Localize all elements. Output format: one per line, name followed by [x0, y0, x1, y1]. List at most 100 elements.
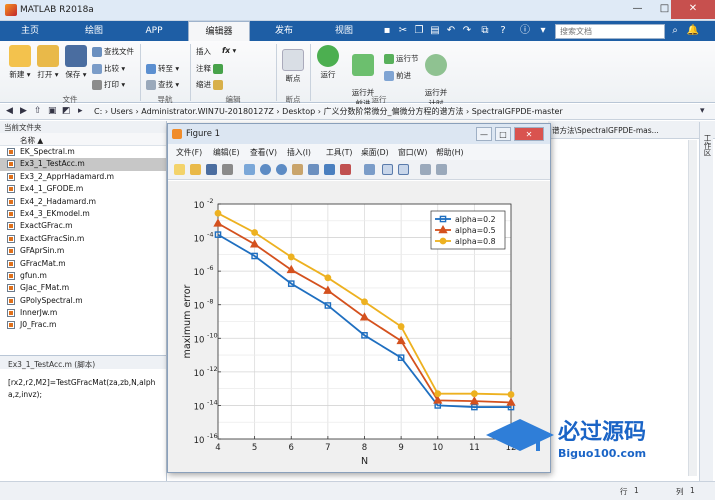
file-list-item[interactable]: Ex3_2_ApprHadamard.m — [0, 171, 166, 183]
cut-icon[interactable]: ✂ — [396, 24, 410, 38]
tab-view[interactable]: 视图 — [318, 21, 370, 41]
matlab-logo-icon — [5, 4, 17, 16]
figure-menu-item[interactable]: 窗口(W) — [398, 147, 427, 158]
redo-icon[interactable]: ↷ — [460, 24, 474, 38]
forward-icon[interactable]: ▶ — [20, 106, 27, 116]
fx-button[interactable]: fx ▾ — [222, 46, 236, 55]
search-docs-input[interactable] — [555, 24, 665, 39]
data-point — [439, 237, 447, 245]
file-name: Ex3_1_TestAcc.m — [20, 159, 85, 169]
goto-icon — [146, 64, 156, 74]
legend-icon[interactable] — [398, 164, 409, 175]
figure-menu-item[interactable]: 桌面(D) — [361, 147, 389, 158]
up-folder-icon[interactable]: ⇧ — [34, 106, 42, 116]
breadcrumb[interactable]: C: › Users › Administrator.WIN7U-2018012… — [94, 106, 563, 117]
minimize-button[interactable]: — — [624, 0, 651, 19]
file-list-item[interactable]: GFracMat.m — [0, 258, 166, 270]
file-list-item[interactable]: GFAprSin.m — [0, 245, 166, 257]
data-point — [507, 391, 515, 398]
switch-windows-icon[interactable]: ⧉ — [478, 24, 492, 38]
tab-home[interactable]: 主页 — [5, 21, 55, 41]
file-list-item[interactable]: GPolySpectral.m — [0, 295, 166, 307]
open-button[interactable]: 打开 ▾ — [34, 45, 62, 80]
address-dropdown-icon[interactable]: ▾ — [700, 106, 705, 116]
compare-button[interactable]: 比较 ▾ — [92, 63, 125, 74]
show-plot-tools-icon[interactable] — [436, 164, 447, 175]
file-list-item[interactable]: Ex4_3_EKmodel.m — [0, 208, 166, 220]
run-button[interactable]: 运行 — [314, 45, 342, 80]
folder-icon[interactable]: ◩ — [62, 106, 71, 116]
run-time-button[interactable]: 运行并 计时 — [420, 45, 452, 109]
indent-button[interactable]: 缩进 — [196, 79, 225, 90]
back-icon[interactable]: ◀ — [6, 106, 13, 116]
find-files-button[interactable]: 查找文件 — [92, 46, 134, 57]
figure-maximize-button[interactable]: □ — [495, 127, 511, 141]
tab-apps[interactable]: APP — [128, 21, 180, 41]
run-section-button[interactable]: 运行节 — [384, 53, 419, 64]
pan-icon[interactable] — [292, 164, 303, 175]
open-file-icon[interactable] — [190, 164, 201, 175]
comment-button[interactable]: 注释 — [196, 63, 225, 74]
notification-icon[interactable]: 🔔 — [686, 24, 700, 38]
link-icon[interactable] — [364, 164, 375, 175]
brush-icon[interactable] — [340, 164, 351, 175]
figure-menu-item[interactable]: 帮助(H) — [436, 147, 464, 158]
new-button[interactable]: 新建 ▾ — [6, 45, 34, 80]
figure-menu-item[interactable]: 插入(I) — [287, 147, 311, 158]
ribbon-tab-bar: 主页 绘图 APP 编辑器 发布 视图 ▪ ✂ ❐ ▤ ↶ ↷ ⧉ ? ⓘ ▾ … — [0, 21, 715, 41]
colorbar-icon[interactable] — [382, 164, 393, 175]
column-header-name[interactable]: 名称 ▲ — [0, 133, 166, 146]
breakpoint-button[interactable]: 断点 — [280, 49, 306, 84]
figure-menu-item[interactable]: 工具(T) — [326, 147, 352, 158]
insert-button[interactable]: 插入 — [196, 46, 211, 57]
data-cursor-icon[interactable] — [324, 164, 335, 175]
rotate-icon[interactable] — [308, 164, 319, 175]
save-figure-icon[interactable] — [206, 164, 217, 175]
pointer-icon[interactable] — [244, 164, 255, 175]
print-button[interactable]: 打印 ▾ — [92, 79, 125, 90]
save-quick-icon[interactable]: ▪ — [380, 24, 394, 38]
help-icon[interactable]: ⓘ — [518, 24, 532, 38]
search-icon[interactable]: ⌕ — [668, 24, 682, 38]
file-list-item[interactable]: Ex4_1_GFODE.m — [0, 183, 166, 195]
file-list-item[interactable]: InnerJw.m — [0, 307, 166, 319]
hide-plot-tools-icon[interactable] — [420, 164, 431, 175]
vertical-scrollbar[interactable] — [688, 140, 697, 476]
goto-button[interactable]: 转至 ▾ — [146, 63, 179, 74]
workspace-side-tab[interactable]: 工作区 — [699, 122, 713, 487]
file-list-item[interactable]: ExactGFrac.m — [0, 220, 166, 232]
tab-editor[interactable]: 编辑器 — [188, 21, 250, 41]
tab-publish[interactable]: 发布 — [258, 21, 310, 41]
zoom-out-icon[interactable] — [276, 164, 287, 175]
figure-close-button[interactable]: ✕ — [514, 127, 544, 141]
paste-icon[interactable]: ▤ — [428, 24, 442, 38]
figure-minimize-button[interactable]: — — [476, 127, 492, 141]
new-figure-icon[interactable] — [174, 164, 185, 175]
figure-menu-item[interactable]: 查看(V) — [250, 147, 277, 158]
find-button[interactable]: 查找 ▾ — [146, 79, 179, 90]
tab-plots[interactable]: 绘图 — [68, 21, 120, 41]
figure-menu-item[interactable]: 文件(F) — [176, 147, 202, 158]
browse-folder-icon[interactable]: ▣ — [48, 106, 57, 116]
figure-toolbar — [168, 160, 550, 180]
file-list-item[interactable]: Ex4_2_Hadamard.m — [0, 196, 166, 208]
editor-tab[interactable]: 谱方法\SpectralGFPDE-mas... — [548, 121, 715, 139]
undo-icon[interactable]: ↶ — [444, 24, 458, 38]
file-list-item[interactable]: J0_Frac.m — [0, 319, 166, 331]
file-list-item[interactable]: Ex3_1_TestAcc.m — [0, 158, 166, 171]
file-list-item[interactable]: ExactGFracSin.m — [0, 233, 166, 245]
matlab-file-icon — [7, 222, 15, 231]
save-button[interactable]: 保存 ▾ — [62, 45, 90, 80]
file-name: GPolySpectral.m — [20, 295, 83, 305]
dropdown-icon[interactable]: ▾ — [536, 24, 550, 38]
file-list-item[interactable]: GJac_FMat.m — [0, 282, 166, 294]
file-list-item[interactable]: EK_Spectral.m — [0, 146, 166, 158]
copy-icon[interactable]: ❐ — [412, 24, 426, 38]
figure-menu-item[interactable]: 编辑(E) — [213, 147, 240, 158]
help-quick-icon[interactable]: ? — [496, 24, 510, 38]
zoom-in-icon[interactable] — [260, 164, 271, 175]
file-list-item[interactable]: gfun.m — [0, 270, 166, 282]
advance-button[interactable]: 前进 — [384, 70, 411, 81]
close-button[interactable]: ✕ — [671, 0, 715, 19]
print-figure-icon[interactable] — [222, 164, 233, 175]
